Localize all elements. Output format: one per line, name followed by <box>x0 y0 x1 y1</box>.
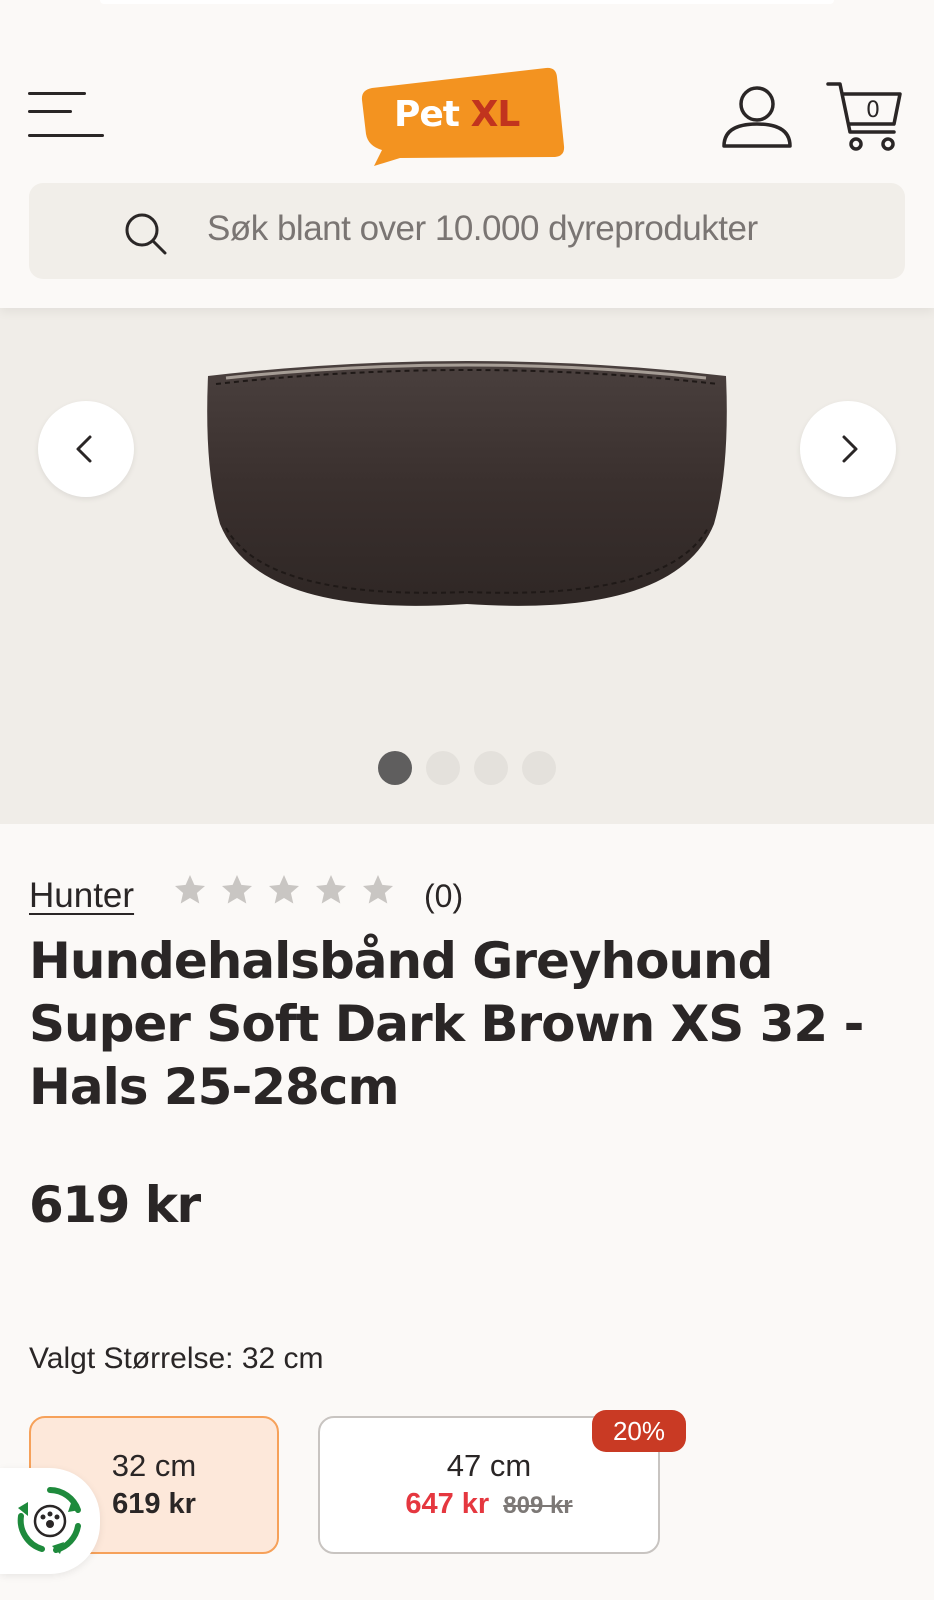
petxl-logo[interactable]: Pet XL <box>360 66 572 166</box>
original-price: 809 kr <box>503 1492 573 1519</box>
product-price: 619 kr <box>29 1176 201 1234</box>
account-icon <box>722 86 792 148</box>
recycle-paw-icon <box>17 1487 81 1554</box>
gallery-dot[interactable] <box>426 751 460 785</box>
star-icon <box>316 875 346 904</box>
search-bar[interactable]: Søk blant over 10.000 dyreprodukter <box>29 183 905 279</box>
header-top-edge <box>100 0 834 4</box>
rating-stars[interactable] <box>172 872 402 912</box>
menu-icon-line <box>28 110 72 113</box>
cart-count-badge: 0 <box>866 98 880 123</box>
eco-widget-button[interactable] <box>0 1468 100 1574</box>
cart-button[interactable]: 0 <box>826 80 906 154</box>
menu-button[interactable] <box>26 86 106 142</box>
menu-icon <box>28 92 86 95</box>
gallery-prev-button[interactable] <box>38 401 134 497</box>
review-count[interactable]: (0) <box>424 878 463 915</box>
gallery-pagination <box>378 751 578 785</box>
gallery-dot[interactable] <box>474 751 508 785</box>
size-option-price: 647 kr 809 kr <box>320 1488 658 1521</box>
chevron-left-icon <box>76 435 92 463</box>
star-icon <box>363 875 393 904</box>
site-header: Pet XL 0 Søk blant over 10.000 dyreprodu… <box>0 0 934 308</box>
chevron-right-icon <box>842 435 858 463</box>
gallery-dot[interactable] <box>522 751 556 785</box>
selected-size-label: Valgt Størrelse: 32 cm <box>29 1342 324 1375</box>
size-option-size: 47 cm <box>446 1448 532 1483</box>
search-placeholder[interactable]: Søk blant over 10.000 dyreprodukter <box>207 209 758 249</box>
star-icon <box>175 875 205 904</box>
star-icon <box>269 875 299 904</box>
brand-link[interactable]: Hunter <box>29 876 134 916</box>
discount-badge: 20% <box>592 1410 686 1452</box>
star-icon <box>222 875 252 904</box>
gallery-dot[interactable] <box>378 751 412 785</box>
logo-text: Pet XL <box>394 94 520 135</box>
product-title: Hundehalsbånd Greyhound Super Soft Dark … <box>29 932 864 1116</box>
product-image <box>207 361 727 606</box>
search-icon <box>125 213 167 255</box>
menu-icon-line <box>28 134 104 137</box>
sale-price: 647 kr <box>405 1488 490 1520</box>
account-button[interactable] <box>720 84 794 150</box>
gallery-next-button[interactable] <box>800 401 896 497</box>
product-image-gallery[interactable] <box>0 308 934 824</box>
